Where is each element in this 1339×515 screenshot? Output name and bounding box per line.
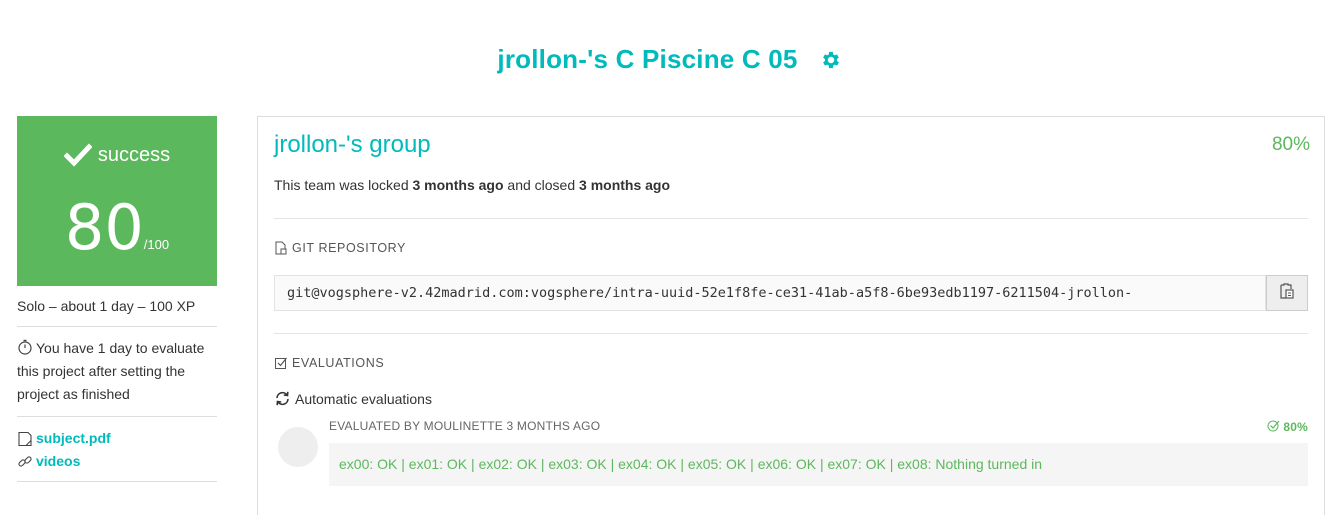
evaluation-note-text: You have 1 day to evaluate this project … xyxy=(17,340,205,402)
evaluation-score: 80% xyxy=(1267,419,1308,435)
repository-icon xyxy=(274,241,288,255)
stopwatch-icon xyxy=(17,339,33,355)
document-icon xyxy=(17,431,33,447)
closed-prefix: and closed xyxy=(507,177,576,193)
project-links: subject.pdf videos xyxy=(17,417,217,482)
evaluation-header: EVALUATED BY MOULINETTE 3 MONTHS AGO 80% xyxy=(329,419,1308,435)
git-section-label: GIT REPOSITORY xyxy=(274,241,1308,255)
evaluations-label: EVALUATIONS xyxy=(292,356,385,370)
evaluation-note: You have 1 day to evaluate this project … xyxy=(17,327,217,417)
copy-button[interactable] xyxy=(1266,275,1308,311)
divider xyxy=(274,333,1308,334)
repo-box: git@vogsphere-v2.42madrid.com:vogsphere/… xyxy=(274,275,1308,311)
evaluator-label: EVALUATED BY MOULINETTE 3 MONTHS AGO xyxy=(329,419,601,433)
title-wrap: jrollon-'s C Piscine C 05 xyxy=(497,44,841,75)
evaluation-content: EVALUATED BY MOULINETTE 3 MONTHS AGO 80%… xyxy=(329,419,1308,486)
automatic-evaluations-heading: Automatic evaluations xyxy=(274,390,1308,407)
divider xyxy=(274,218,1308,219)
evaluation-score-value: 80% xyxy=(1283,420,1308,434)
group-name-link[interactable]: jrollon-'s group xyxy=(274,131,431,159)
status-label: success xyxy=(97,143,171,166)
page-title: jrollon-'s C Piscine C 05 xyxy=(497,44,798,74)
git-label: GIT REPOSITORY xyxy=(292,241,406,255)
link-videos: videos xyxy=(17,450,217,473)
link-subject: subject.pdf xyxy=(17,427,217,450)
evaluations-section-label: EVALUATIONS xyxy=(274,356,1308,370)
check-circle-icon xyxy=(1267,419,1280,435)
closed-time: 3 months ago xyxy=(579,177,671,193)
automatic-evaluations-label: Automatic evaluations xyxy=(295,390,432,407)
refresh-icon xyxy=(274,390,291,407)
link-icon xyxy=(17,454,33,470)
subject-pdf-link[interactable]: subject.pdf xyxy=(36,427,111,450)
score-max: /100 xyxy=(143,237,170,252)
videos-link[interactable]: videos xyxy=(36,450,80,473)
score-value: 80 xyxy=(64,191,144,264)
group-percent: 80% xyxy=(1271,134,1310,155)
score-card: success 80/100 xyxy=(17,116,217,286)
score-display: 80/100 xyxy=(17,197,217,259)
project-sidebar: success 80/100 Solo – about 1 day – 100 … xyxy=(17,116,217,482)
locked-status: This team was locked 3 months ago and cl… xyxy=(274,177,1308,193)
team-panel: jrollon-'s group 80% This team was locke… xyxy=(257,116,1325,515)
project-meta: Solo – about 1 day – 100 XP xyxy=(17,286,217,327)
checkbox-icon xyxy=(274,356,288,370)
score-status: success xyxy=(17,142,217,168)
avatar xyxy=(278,427,318,467)
check-icon xyxy=(63,142,93,168)
locked-time: 3 months ago xyxy=(412,177,504,193)
page-header: jrollon-'s C Piscine C 05 xyxy=(0,44,1339,88)
evaluation-result: ex00: OK | ex01: OK | ex02: OK | ex03: O… xyxy=(329,443,1308,486)
evaluation-item: EVALUATED BY MOULINETTE 3 MONTHS AGO 80%… xyxy=(274,419,1308,486)
clipboard-icon xyxy=(1278,282,1296,305)
git-url-field[interactable]: git@vogsphere-v2.42madrid.com:vogsphere/… xyxy=(274,275,1266,311)
group-header: jrollon-'s group 80% xyxy=(274,131,1310,159)
locked-prefix: This team was locked xyxy=(274,177,409,193)
gear-icon[interactable] xyxy=(820,49,842,71)
